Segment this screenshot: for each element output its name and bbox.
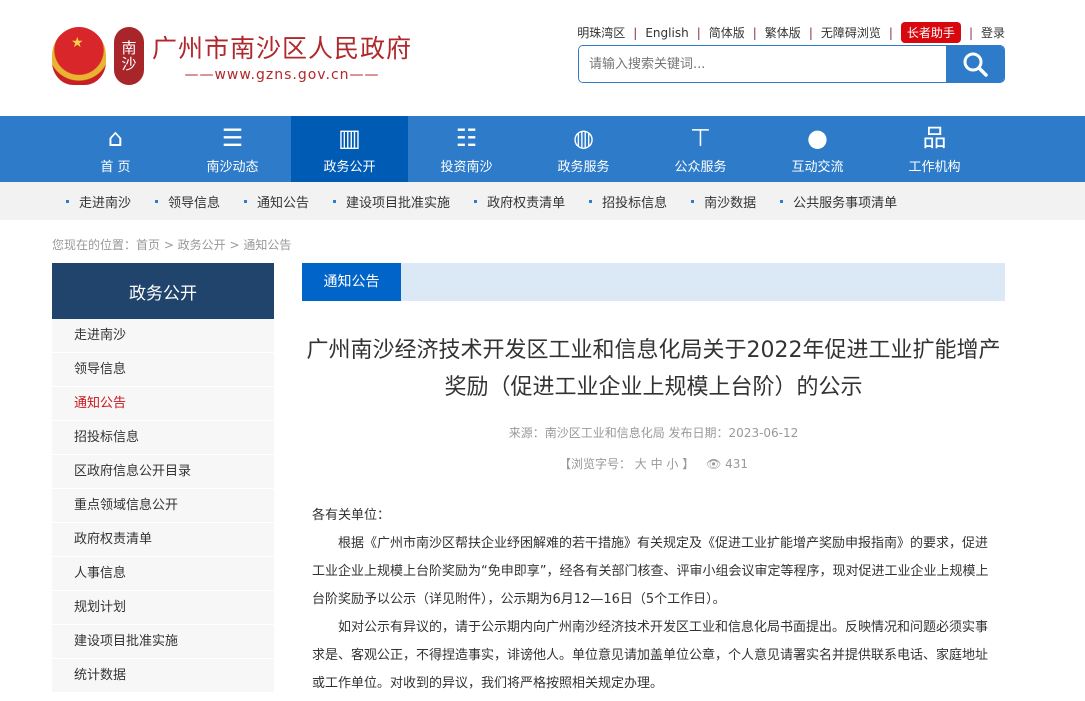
eye-icon: 👁 [706, 457, 722, 471]
link-mingzhuwan[interactable]: 明珠湾区 [577, 24, 625, 41]
main-nav: ⌂ 首 页 ☰ 南沙动态 ▥ 政务公开 ☷ 投资南沙 ◍ 政务服务 ⊤ 公众服务 ● 互动交流… [0, 116, 1085, 182]
briefcase-icon: ▥ [338, 123, 361, 152]
search-button[interactable] [946, 46, 1004, 82]
article: 通知公告 广州南沙经济技术开发区工业和信息化局关于2022年促进工业扩能增产奖励… [302, 263, 1005, 698]
nansha-seal-icon: 南沙 [114, 27, 144, 85]
site-logo[interactable]: ★ 南沙 广州市南沙区人民政府 ——www.gzns.gov.cn—— [52, 27, 412, 85]
breadcrumb: 您现在的位置：首页 > 政务公开 > 通知公告 [52, 238, 292, 252]
subnav-item[interactable]: 建设项目批准实施 [333, 192, 450, 211]
sidebar-item[interactable]: 重点领域信息公开 [52, 489, 274, 523]
top-links: 明珠湾区 | English | 简体版 | 繁体版 | 无障碍浏览 | 长者助手 | 登录 [577, 22, 1005, 43]
subnav-item[interactable]: 领导信息 [155, 192, 220, 211]
nav-public-service[interactable]: ⊤ 公众服务 [642, 116, 759, 182]
site-url: ——www.gzns.gov.cn—— [184, 67, 380, 83]
nav-agencies[interactable]: 品工作机构 [876, 116, 993, 182]
article-meta: 来源：南沙区工业和信息化局 发布日期：2023-06-12 [508, 426, 799, 440]
subnav-item[interactable]: 南沙数据 [691, 192, 756, 211]
greeting: 各有关单位： [312, 508, 391, 523]
sidebar-item[interactable]: 人事信息 [52, 557, 274, 591]
link-accessibility[interactable]: 无障碍浏览 [821, 24, 881, 41]
home-icon: ⌂ [107, 123, 124, 152]
subnav-item[interactable]: 通知公告 [244, 192, 309, 211]
font-size-selector[interactable]: 【浏览字号： 大 中 小 】 [559, 457, 694, 471]
login-link[interactable]: 登录 [981, 24, 1005, 41]
link-english[interactable]: English [645, 26, 688, 40]
site-title: 广州市南沙区人民政府 [152, 34, 413, 63]
article-tools: 【浏览字号： 大 中 小 】 👁 431 [302, 455, 1005, 472]
link-simplified[interactable]: 简体版 [709, 24, 745, 41]
sidebar-item[interactable]: 规划计划 [52, 591, 274, 625]
nav-home[interactable]: ⌂ 首 页 [57, 116, 174, 182]
sidebar-item[interactable]: 区政府信息公开目录 [52, 455, 274, 489]
nav-interaction[interactable]: ● 互动交流 [759, 116, 876, 182]
list-icon: ☰ [221, 123, 244, 152]
search-input[interactable] [579, 46, 946, 82]
sidebar-item[interactable]: 建设项目批准实施 [52, 625, 274, 659]
view-count: 431 [725, 457, 749, 471]
section-tabbar: 通知公告 [302, 263, 1005, 301]
sidebar: 政务公开 走进南沙 领导信息 通知公告 招投标信息 区政府信息公开目录 重点领域… [52, 263, 274, 693]
sidebar-title: 政务公开 [52, 263, 274, 319]
subnav-item[interactable]: 政府权责清单 [474, 192, 565, 211]
tab-notices[interactable]: 通知公告 [302, 263, 401, 301]
subnav-item[interactable]: 招投标信息 [589, 192, 667, 211]
link-traditional[interactable]: 繁体版 [765, 24, 801, 41]
paragraph: 如对公示有异议的，请于公示期内向广州南沙经济技术开发区工业和信息化局书面提出。反… [312, 620, 989, 691]
sidebar-item[interactable]: 统计数据 [52, 659, 274, 693]
sidebar-item[interactable]: 政府权责清单 [52, 523, 274, 557]
subnav-item[interactable]: 公共服务事项清单 [780, 192, 897, 211]
article-body: 各有关单位： 根据《广州市南沙区帮扶企业纾困解难的若干措施》有关规定及《促进工业… [302, 502, 1005, 698]
paragraph: 根据《广州市南沙区帮扶企业纾困解难的若干措施》有关规定及《促进工业扩能增产奖励申… [312, 536, 989, 607]
subnav-item[interactable]: 走进南沙 [66, 192, 131, 211]
chat-icon: ● [807, 123, 828, 152]
article-title: 广州南沙经济技术开发区工业和信息化局关于2022年促进工业扩能增产奖励（促进工业… [306, 338, 1001, 400]
national-emblem-icon: ★ [52, 27, 106, 85]
header: ★ 南沙 广州市南沙区人民政府 ——www.gzns.gov.cn—— 明珠湾区… [0, 0, 1085, 116]
nav-news[interactable]: ☰ 南沙动态 [174, 116, 291, 182]
sidebar-item[interactable]: 走进南沙 [52, 319, 274, 353]
globe-icon: ◍ [573, 123, 594, 152]
sidebar-item-active[interactable]: 通知公告 [52, 387, 274, 421]
nav-invest[interactable]: ☷ 投资南沙 [408, 116, 525, 182]
sub-nav: 走进南沙 领导信息 通知公告 建设项目批准实施 政府权责清单 招投标信息 南沙数… [0, 182, 1085, 220]
database-icon: ☷ [455, 123, 478, 152]
elder-assistant-button[interactable]: 长者助手 [900, 22, 961, 43]
search-icon [963, 52, 988, 77]
org-icon: 品 [922, 123, 947, 152]
signpost-icon: ⊤ [690, 123, 711, 152]
nav-gov-affairs[interactable]: ▥ 政务公开 [291, 116, 408, 182]
sidebar-item[interactable]: 招投标信息 [52, 421, 274, 455]
sidebar-item[interactable]: 领导信息 [52, 353, 274, 387]
search-box [578, 45, 1005, 83]
nav-gov-service[interactable]: ◍ 政务服务 [525, 116, 642, 182]
